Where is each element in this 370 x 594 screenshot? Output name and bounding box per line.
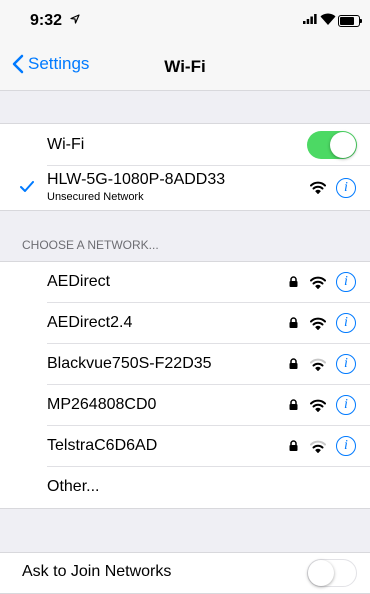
location-arrow-icon	[70, 14, 80, 24]
lock-icon	[289, 317, 298, 328]
connected-network-name: HLW-5G-1080P-8ADD33	[47, 171, 226, 188]
connected-network-row[interactable]: HLW-5G-1080P-8ADD33 Unsecured Network i	[0, 166, 370, 210]
info-button[interactable]: i	[336, 178, 356, 198]
network-name: Blackvue750S-F22D35	[47, 355, 212, 372]
lock-icon	[289, 440, 298, 451]
info-button[interactable]: i	[336, 395, 356, 415]
network-row[interactable]: AEDirect2.4 i	[0, 303, 370, 344]
info-button[interactable]: i	[336, 272, 356, 292]
network-list: AEDirect i AEDirect2.4 i Blackvue750S-F2…	[0, 261, 370, 509]
ask-to-join-toggle[interactable]	[307, 559, 357, 587]
lock-icon	[289, 399, 298, 410]
page-title: Wi-Fi	[164, 57, 206, 76]
info-button[interactable]: i	[336, 436, 356, 456]
network-name: AEDirect	[47, 273, 111, 290]
wifi-toggle-row: Wi-Fi	[0, 124, 370, 166]
status-bar: 9:32	[0, 0, 370, 40]
wifi-signal-icon	[310, 358, 326, 371]
checkmark-icon	[20, 181, 34, 192]
lock-icon	[289, 358, 298, 369]
wifi-signal-icon	[310, 399, 326, 412]
wifi-group: Wi-Fi HLW-5G-1080P-8ADD33 Unsecured Netw…	[0, 123, 370, 211]
other-network-label: Other...	[47, 478, 100, 495]
lock-icon	[289, 276, 298, 287]
info-button[interactable]: i	[336, 313, 356, 333]
other-network-row[interactable]: Other...	[0, 467, 370, 508]
cellular-signal-icon	[303, 14, 317, 24]
ask-to-join-label: Ask to Join Networks	[22, 563, 172, 580]
battery-icon	[338, 15, 362, 27]
wifi-toggle-label: Wi-Fi	[47, 136, 85, 153]
network-name: MP264808CD0	[47, 396, 157, 413]
network-row[interactable]: MP264808CD0 i	[0, 385, 370, 426]
wifi-signal-icon	[310, 440, 326, 453]
network-name: AEDirect2.4	[47, 314, 133, 331]
wifi-toggle[interactable]	[307, 131, 357, 159]
navigation-bar: Settings Wi-Fi	[0, 40, 370, 91]
network-row[interactable]: AEDirect i	[0, 262, 370, 303]
wifi-signal-icon	[310, 317, 326, 330]
connected-network-subtitle: Unsecured Network	[47, 191, 144, 203]
status-time: 9:32	[30, 12, 63, 29]
ask-to-join-group: Ask to Join Networks	[0, 552, 370, 594]
network-name: TelstraC6D6AD	[47, 437, 158, 454]
section-header: CHOOSE A NETWORK...	[22, 238, 159, 252]
info-button[interactable]: i	[336, 354, 356, 374]
network-row[interactable]: TelstraC6D6AD i	[0, 426, 370, 467]
network-row[interactable]: Blackvue750S-F22D35 i	[0, 344, 370, 385]
wifi-signal-icon	[310, 276, 326, 289]
wifi-signal-icon	[310, 181, 326, 194]
status-wifi-icon	[320, 13, 336, 25]
